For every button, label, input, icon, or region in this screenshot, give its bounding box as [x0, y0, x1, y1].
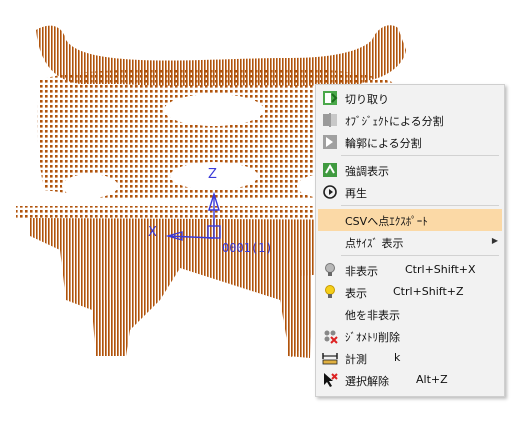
menu-separator — [341, 255, 499, 256]
axis-x-label: X — [148, 225, 157, 240]
origin-label: 0001(1) — [222, 241, 273, 255]
menu-item-label: 選択解除 — [345, 375, 389, 388]
menu-item-replay[interactable]: 再生 — [318, 181, 502, 203]
menu-item-label: 輪郭による分割 — [345, 137, 422, 150]
menu-item-shortcut: Ctrl+Shift+X — [405, 263, 476, 276]
menu-item-label: 表示 — [345, 287, 367, 300]
submenu-arrow-icon: ▶ — [491, 236, 498, 245]
menu-item-label: 切り取り — [345, 93, 389, 106]
measure-icon — [322, 350, 338, 366]
menu-item-shortcut: Alt+Z — [416, 373, 448, 386]
menu-item-label: ｵﾌﾞｼﾞｪｸﾄによる分割 — [345, 115, 444, 128]
cut-icon — [322, 90, 338, 106]
split-by-contour-icon — [322, 134, 338, 150]
split-by-object-icon — [322, 112, 338, 128]
menu-item-label: 計測 — [345, 353, 367, 366]
highlight-icon — [322, 162, 338, 178]
menu-separator — [341, 155, 499, 156]
menu-item-label: 強調表示 — [345, 165, 389, 178]
menu-item-highlight[interactable]: 強調表示 — [318, 159, 502, 181]
menu-item-deselect[interactable]: 選択解除 Alt+Z — [318, 369, 502, 391]
menu-separator — [341, 205, 499, 206]
lightbulb-off-icon — [322, 262, 338, 278]
menu-item-shortcut: k — [394, 351, 401, 364]
menu-item-hide-others[interactable]: 他を非表示 — [318, 303, 502, 325]
menu-item-label: 他を非表示 — [345, 309, 400, 322]
menu-item-label: CSVへ点ｴｸｽﾎﾟｰﾄ — [345, 215, 428, 228]
delete-geometry-icon — [322, 328, 338, 344]
axis-z-label: Z — [208, 167, 217, 182]
menu-item-split-by-contour[interactable]: 輪郭による分割 — [318, 131, 502, 153]
menu-item-measure[interactable]: 計測 k — [318, 347, 502, 369]
menu-item-point-size[interactable]: 点ｻｲｽﾞ 表示 ▶ — [318, 231, 502, 253]
menu-item-shortcut: Ctrl+Shift+Z — [393, 285, 464, 298]
menu-item-show[interactable]: 表示 Ctrl+Shift+Z — [318, 281, 502, 303]
deselect-icon — [322, 372, 338, 388]
replay-icon — [322, 184, 338, 200]
menu-item-hide[interactable]: 非表示 Ctrl+Shift+X — [318, 259, 502, 281]
menu-item-label: 再生 — [345, 187, 367, 200]
menu-item-export-csv[interactable]: CSVへ点ｴｸｽﾎﾟｰﾄ — [318, 209, 502, 231]
lightbulb-on-icon — [322, 284, 338, 300]
menu-item-cut[interactable]: 切り取り — [318, 87, 502, 109]
menu-item-label: 点ｻｲｽﾞ 表示 — [345, 237, 404, 250]
context-menu: 切り取り ｵﾌﾞｼﾞｪｸﾄによる分割 輪郭による分割 強調表示 再生 CSVへ点… — [315, 84, 505, 397]
menu-item-split-by-object[interactable]: ｵﾌﾞｼﾞｪｸﾄによる分割 — [318, 109, 502, 131]
menu-item-delete-geometry[interactable]: ｼﾞｵﾒﾄﾘ削除 — [318, 325, 502, 347]
menu-item-label: ｼﾞｵﾒﾄﾘ削除 — [345, 331, 400, 344]
menu-item-label: 非表示 — [345, 265, 378, 278]
